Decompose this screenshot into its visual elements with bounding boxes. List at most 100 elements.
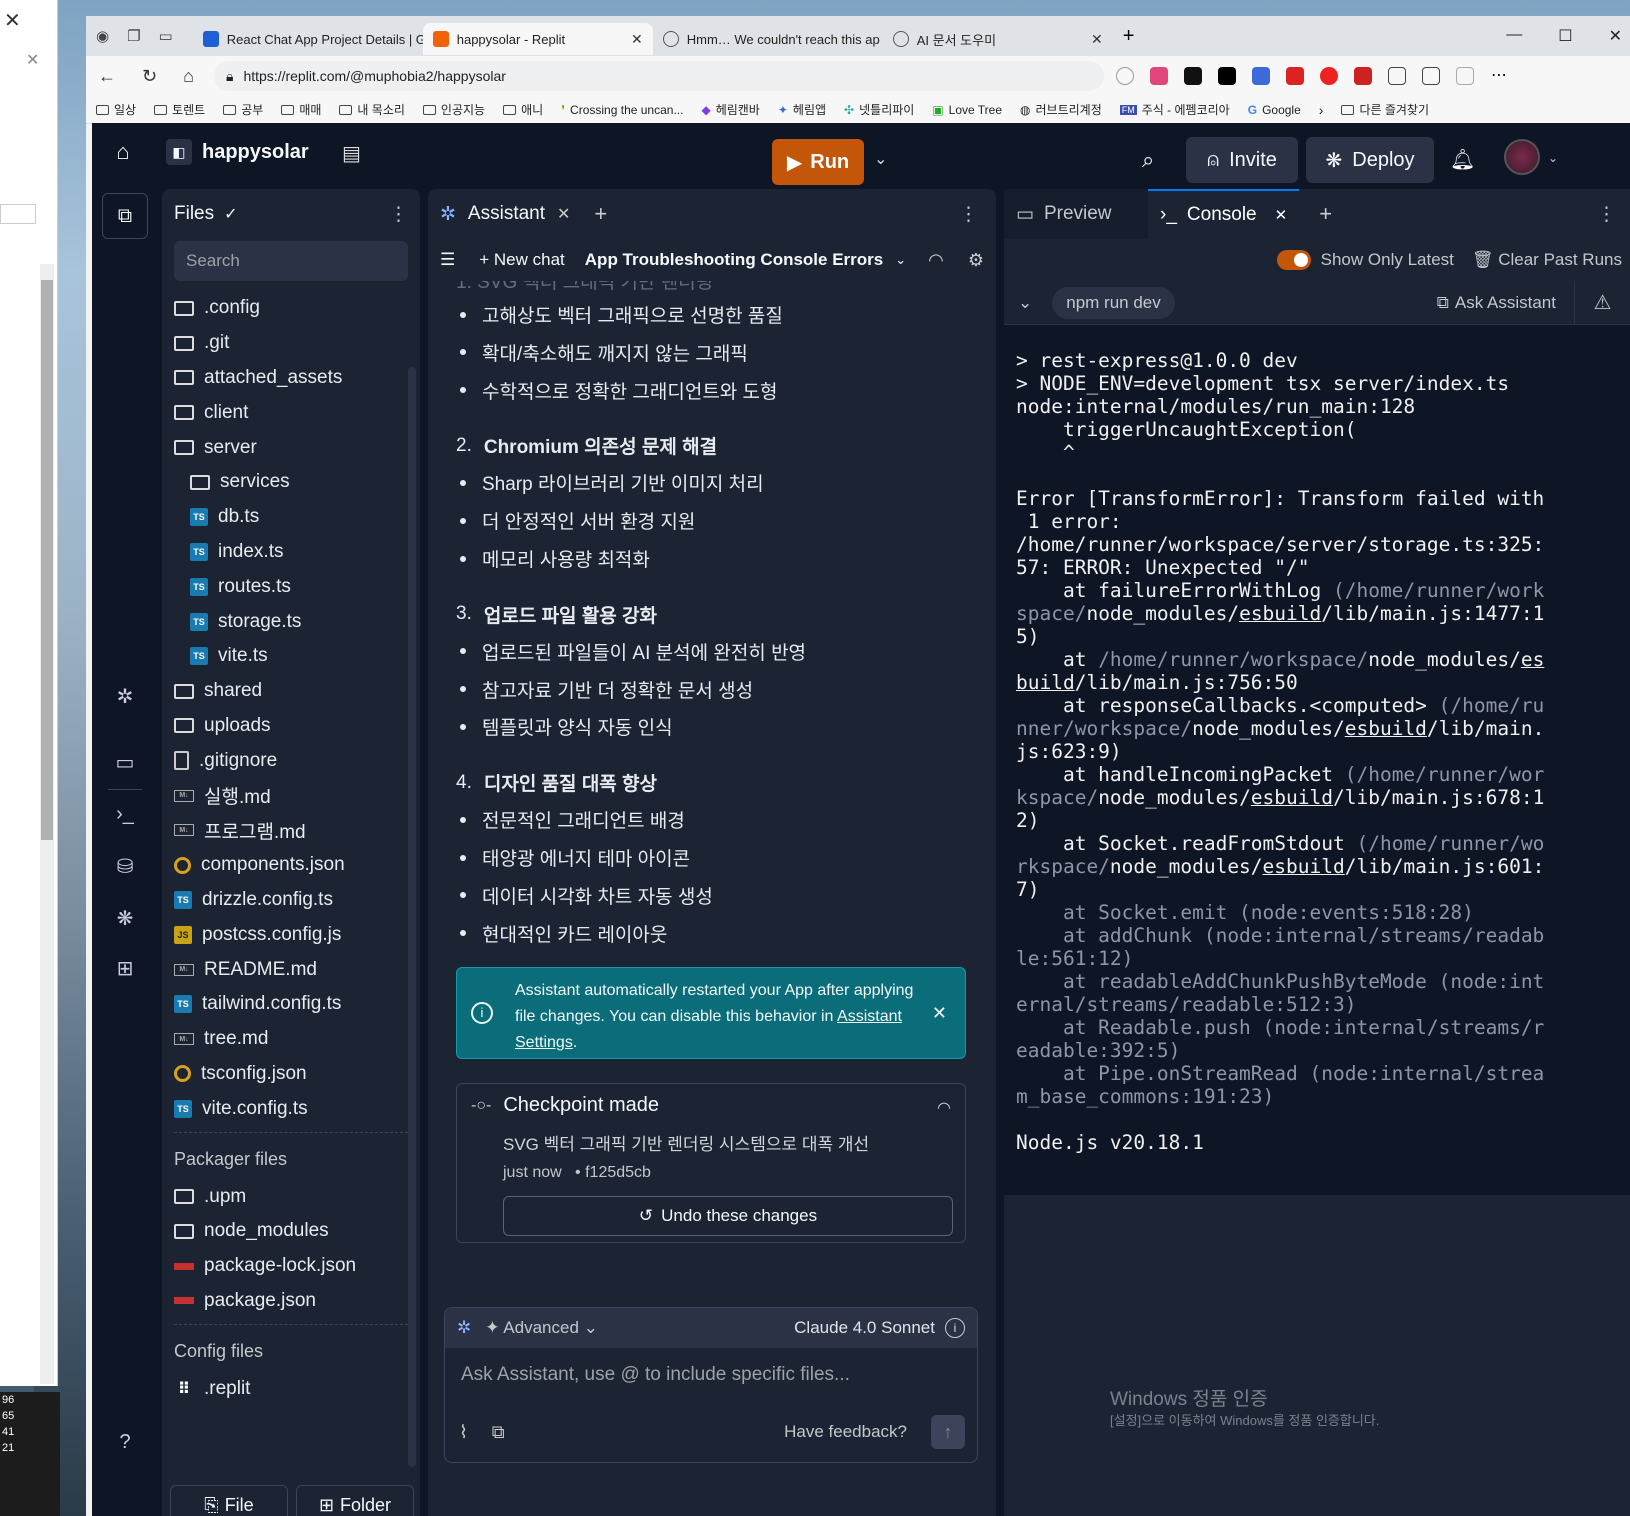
browser-tab[interactable]: React Chat App Project Details | G✕ (193, 23, 423, 55)
browser-tab-active[interactable]: happysolar - Replit ✕ (422, 23, 653, 55)
deploy-icon[interactable]: ❋ (110, 903, 140, 933)
show-only-latest-toggle[interactable]: Show Only Latest (1276, 250, 1454, 271)
home-icon[interactable]: ⌂ (106, 135, 140, 169)
file-item[interactable]: TS db.ts (162, 500, 420, 535)
grid-icon[interactable]: ⊞ (110, 953, 140, 983)
help-icon[interactable]: ? (110, 1427, 140, 1457)
invite-button[interactable]: ⍝ Invite (1186, 137, 1298, 183)
gear-icon[interactable]: ⚙ (968, 250, 984, 271)
bookmark[interactable]: ✣ 넷틀리파이 (844, 101, 914, 118)
file-item[interactable]: TS drizzle.config.ts (162, 883, 420, 918)
terminal-icon[interactable]: ›_ (110, 799, 140, 829)
close-icon[interactable]: ✕ (932, 1000, 947, 1026)
file-item[interactable]: .gitignore (162, 743, 420, 778)
file-item[interactable]: TS tailwind.config.ts (162, 987, 420, 1022)
more-icon[interactable]: ⋮ (959, 203, 996, 226)
extension-icon[interactable] (1150, 67, 1168, 85)
close-icon[interactable]: ✕ (1091, 31, 1103, 48)
split-icon[interactable] (1456, 67, 1474, 85)
browser-tab[interactable]: Hmm… We couldn't reach this ap✕ (653, 23, 883, 55)
project-switcher[interactable]: ◧ happysolar (166, 139, 309, 165)
avatar[interactable] (1504, 139, 1540, 175)
more-icon[interactable]: ⋮ (1597, 203, 1630, 226)
chevron-down-icon[interactable]: ⌄ (874, 149, 887, 169)
chat-title[interactable]: App Troubleshooting Console Errors (577, 250, 883, 270)
folder-item[interactable]: services (162, 465, 420, 500)
deploy-button[interactable]: ❋ Deploy (1306, 137, 1434, 183)
info-icon[interactable]: i (945, 1318, 965, 1338)
maximize-icon[interactable]: ☐ (1558, 26, 1572, 46)
bookmark[interactable]: ◍ 러브트리계정 (1020, 101, 1102, 118)
more-icon[interactable]: ⋮ (389, 203, 408, 226)
clear-past-runs-button[interactable]: 🗑︎ Clear Past Runs (1472, 250, 1622, 270)
extension-icon[interactable] (1116, 67, 1134, 85)
file-explorer-icon[interactable]: ⧉ (102, 193, 148, 239)
file-item[interactable]: M↓ README.md (162, 952, 420, 987)
bookmark-folder[interactable]: 일상 (96, 101, 136, 118)
search-box[interactable] (0, 204, 36, 224)
add-file-icon[interactable]: ⧉ (492, 1422, 505, 1443)
bookmark-folder[interactable]: 다른 즐겨찾기 (1341, 101, 1429, 118)
folder-item[interactable]: .git (162, 326, 420, 361)
scrollbar-thumb[interactable] (41, 280, 53, 840)
search-input[interactable]: Search (174, 241, 408, 281)
folder-item[interactable]: client (162, 395, 420, 430)
new-folder-button[interactable]: ⊞ Folder (296, 1485, 414, 1516)
file-item[interactable]: package-lock.json (162, 1249, 420, 1284)
new-file-button[interactable]: ⎘ File (170, 1485, 288, 1516)
file-item[interactable]: M↓ tree.md (162, 1022, 420, 1057)
extension-icon[interactable] (1252, 67, 1270, 85)
close-icon[interactable]: ✕ (26, 50, 39, 70)
tab-assistant[interactable]: Assistant (468, 203, 545, 225)
mode-selector[interactable]: ✦ Advanced ⌄ (485, 1318, 598, 1338)
file-item[interactable]: M↓ 프로그램.md (162, 813, 420, 848)
collections-icon[interactable]: ❐ (127, 27, 140, 45)
new-tab-icon[interactable]: + (1113, 25, 1135, 48)
folder-item[interactable]: .config (162, 291, 420, 326)
tab-actions-icon[interactable]: ▭ (159, 27, 173, 45)
model-selector[interactable]: Claude 4.0 Sonnet i (794, 1318, 977, 1338)
new-chat-button[interactable]: + New chat (467, 250, 565, 270)
bookmark-folder[interactable]: 토렌트 (154, 101, 205, 118)
undo-changes-button[interactable]: ↺ Undo these changes (503, 1196, 953, 1236)
monitor-icon[interactable]: ▭ (110, 747, 140, 777)
close-icon[interactable]: ✕ (1267, 206, 1288, 224)
gauge-icon[interactable]: ◠ (928, 250, 944, 271)
assistant-icon[interactable]: ✲ (110, 681, 140, 711)
extension-icon[interactable] (1184, 67, 1202, 85)
minimize-icon[interactable]: — (1506, 26, 1522, 46)
file-item[interactable]: TS storage.ts (162, 604, 420, 639)
tab-preview[interactable]: ▭ Preview (1004, 189, 1148, 239)
folder-item[interactable]: node_modules (162, 1214, 420, 1249)
file-item[interactable]: TS index.ts (162, 535, 420, 570)
profile-icon[interactable]: ◉ (96, 27, 109, 45)
add-tab-icon[interactable]: + (1319, 201, 1332, 227)
file-item[interactable]: TS routes.ts (162, 569, 420, 604)
file-item[interactable]: TS vite.config.ts (162, 1091, 420, 1126)
extension-icon[interactable] (1286, 67, 1304, 85)
bookmark-folder[interactable]: 인공지능 (422, 101, 485, 118)
bookmark[interactable]: ▣ Love Tree (932, 103, 1002, 117)
more-icon[interactable]: ⋯ (1490, 67, 1508, 85)
file-item[interactable]: M↓ 실행.md (162, 778, 420, 813)
chat-input[interactable]: Ask Assistant, use @ to include specific… (461, 1364, 850, 1386)
file-item[interactable]: JS postcss.config.js (162, 917, 420, 952)
address-bar[interactable]: 🔒︎ https://replit.com/@muphobia2/happyso… (214, 61, 1624, 1449)
extensions-icon[interactable] (1388, 67, 1406, 85)
search-icon[interactable]: ⌕ (1142, 147, 1154, 173)
tab-console[interactable]: ›_ Console ✕ (1148, 189, 1300, 239)
close-icon[interactable]: ✕ (631, 31, 643, 48)
database-icon[interactable]: ⛁ (110, 851, 140, 881)
file-item[interactable]: components.json (162, 848, 420, 883)
bookmark[interactable]: ✦ 헤림앱 (778, 101, 826, 118)
refresh-icon[interactable]: ↻ (142, 66, 157, 87)
toggle-switch[interactable] (1276, 250, 1311, 271)
bookmark[interactable]: G Google (1248, 103, 1301, 117)
file-item[interactable]: TS vite.ts (162, 639, 420, 674)
bookmark-folder[interactable]: 매매 (281, 101, 321, 118)
url-text[interactable]: https://replit.com/@muphobia2/happysolar (243, 68, 505, 84)
extension-icon[interactable] (1218, 67, 1236, 85)
gauge-icon[interactable]: ◠ (937, 1098, 951, 1118)
scrollbar[interactable] (408, 367, 416, 1467)
chevron-right-icon[interactable]: › (1319, 102, 1324, 118)
